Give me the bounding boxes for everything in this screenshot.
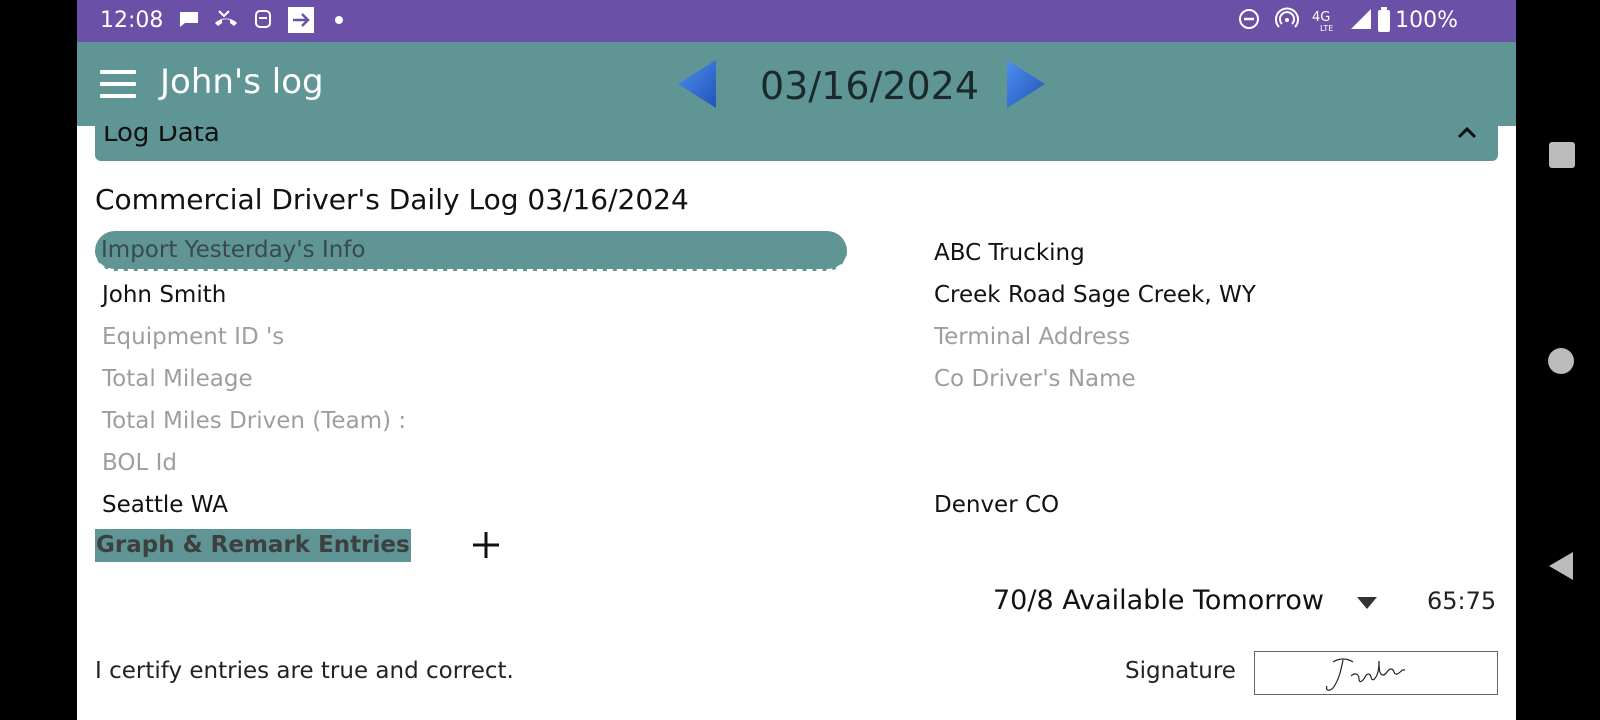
svg-text:4G: 4G — [1312, 10, 1330, 25]
phone-missed-icon — [213, 7, 239, 36]
signature-box[interactable] — [1254, 651, 1498, 695]
app-toolbar: John's log 03/16/2024 — [77, 42, 1516, 126]
page-title: John's log — [160, 62, 324, 102]
co-driver-name-field[interactable]: Co Driver's Name — [934, 366, 1136, 392]
chat-bubble-icon — [177, 7, 201, 36]
chevron-down-icon[interactable] — [1357, 597, 1377, 609]
carrier-name-field[interactable]: ABC Trucking — [934, 240, 1085, 266]
graph-remark-entries-button[interactable]: Graph & Remark Entries — [95, 529, 411, 562]
current-date[interactable]: 03/16/2024 — [760, 64, 979, 108]
forward-arrow-icon — [288, 7, 314, 38]
availability-rule-select[interactable]: 70/8 Available Tomorrow — [993, 585, 1324, 616]
battery-percent: 100% — [1395, 8, 1458, 33]
lte-4g-icon: 4G LTE — [1312, 7, 1342, 38]
menu-icon[interactable] — [100, 70, 136, 98]
hotspot-icon — [1275, 7, 1299, 36]
terminal-address-field[interactable]: Terminal Address — [934, 324, 1130, 350]
import-yesterday-button[interactable]: Import Yesterday's Info — [95, 231, 847, 271]
destination-field[interactable]: Denver CO — [934, 492, 1059, 518]
status-time: 12:08 — [100, 8, 164, 33]
do-not-disturb-icon — [1237, 7, 1261, 36]
signature-label: Signature — [1125, 658, 1236, 684]
equipment-id-field[interactable]: Equipment ID 's — [102, 324, 284, 350]
origin-field[interactable]: Seattle WA — [102, 492, 228, 518]
svg-text:LTE: LTE — [1320, 24, 1333, 33]
previous-day-arrow-icon[interactable] — [676, 58, 720, 110]
dot-icon — [334, 7, 344, 36]
available-hours-value: 65:75 — [1427, 587, 1497, 615]
app-screen: 12:08 4G LTE 100% Log Data John's log 03… — [77, 0, 1516, 720]
handwritten-signature — [1325, 658, 1406, 691]
bol-id-field[interactable]: BOL Id — [102, 450, 177, 476]
add-entry-plus-icon[interactable] — [472, 528, 500, 562]
team-miles-field[interactable]: Total Miles Driven (Team) : — [102, 408, 406, 434]
certify-statement: I certify entries are true and correct. — [95, 658, 514, 684]
next-day-arrow-icon[interactable] — [1003, 58, 1047, 110]
system-navigation-bar — [1516, 0, 1600, 720]
back-icon[interactable] — [1547, 550, 1577, 582]
recent-apps-icon[interactable] — [1549, 142, 1575, 168]
signal-icon — [1349, 7, 1373, 36]
total-mileage-field[interactable]: Total Mileage — [102, 366, 253, 392]
battery-icon — [1377, 7, 1391, 38]
home-icon[interactable] — [1548, 348, 1574, 374]
app-notification-icon — [253, 7, 273, 36]
status-bar: 12:08 4G LTE 100% — [77, 0, 1516, 42]
log-document-title: Commercial Driver's Daily Log 03/16/2024 — [95, 183, 689, 216]
driver-name-field[interactable]: John Smith — [102, 282, 226, 308]
main-office-address-field[interactable]: Creek Road Sage Creek, WY — [934, 282, 1256, 308]
